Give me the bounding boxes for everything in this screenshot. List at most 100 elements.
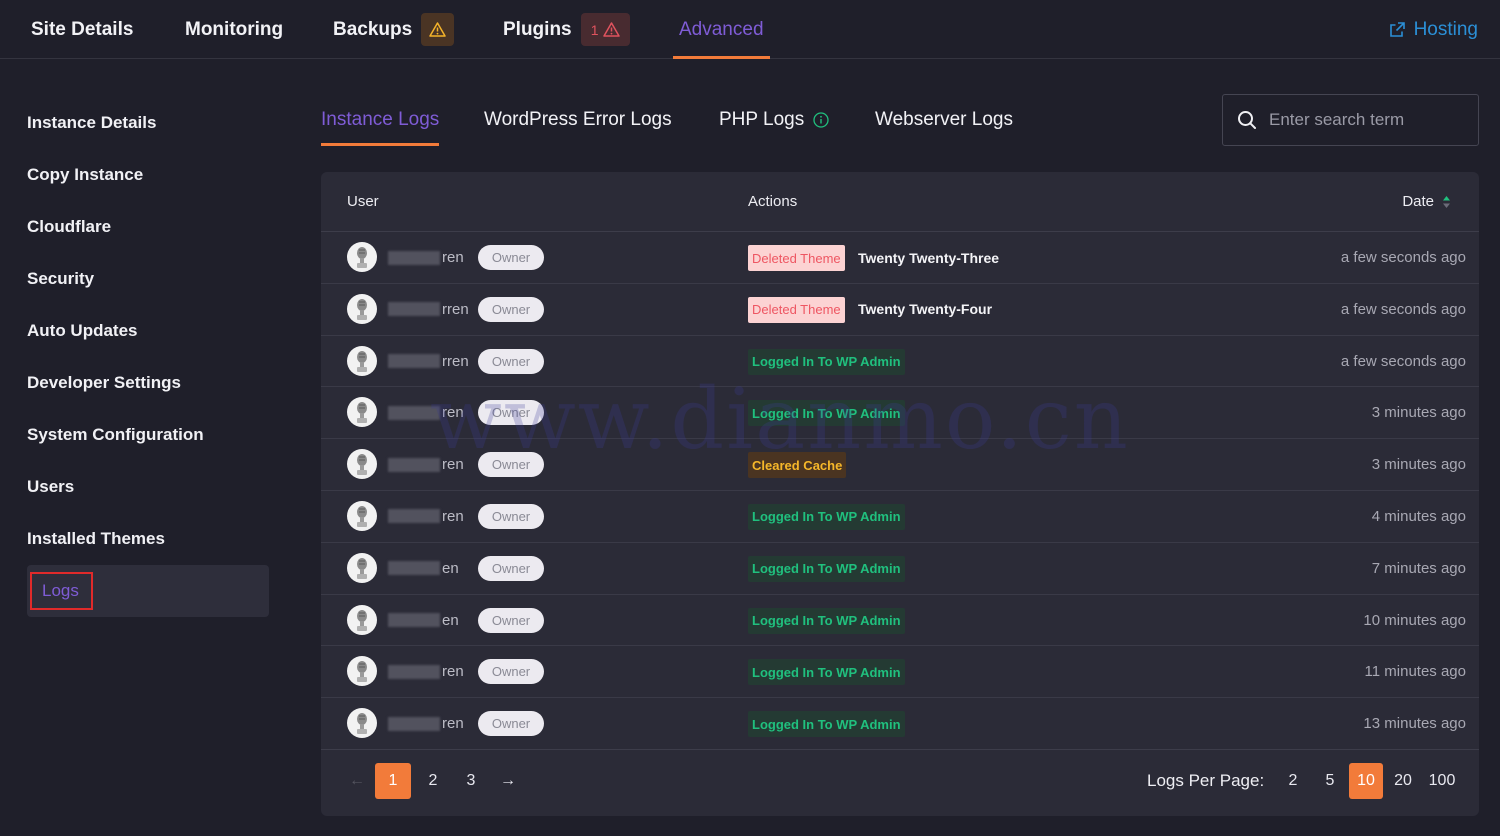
user-name: ren [386, 387, 464, 438]
hosting-link[interactable]: Hosting [1389, 0, 1478, 59]
role-badge: Owner [478, 711, 544, 737]
table-row: ren Owner Logged In To WP Admin 13 minutes … [321, 698, 1479, 750]
per-page-label: Logs Per Page: [1147, 771, 1265, 790]
sidebar-item-auto-updates[interactable]: Auto Updates [27, 305, 269, 357]
role-badge: Owner [478, 452, 544, 478]
sidebar-item-instance-details[interactable]: Instance Details [27, 97, 269, 149]
avatar [347, 242, 377, 272]
search-icon [1238, 111, 1256, 129]
per-page-option-5[interactable]: 5 [1320, 763, 1340, 799]
action-badge: Deleted Theme [748, 296, 845, 323]
plugin-alert-badge: 1 [580, 13, 630, 46]
role-badge: Owner [478, 607, 544, 633]
sort-icon[interactable] [1442, 195, 1451, 209]
sidebar-item-system-configuration[interactable]: System Configuration [27, 409, 269, 461]
action-badge: Logged In To WP Admin [748, 711, 905, 738]
avatar [347, 708, 377, 739]
sidebar-item-logs[interactable]: Logs [27, 565, 269, 617]
table-row: ren Owner Logged In To WP Admin 11 minutes … [321, 646, 1479, 699]
role-badge: Owner [478, 503, 544, 529]
page-2-button[interactable]: 2 [423, 763, 443, 799]
avatar [347, 604, 377, 635]
redacted-name [388, 302, 440, 317]
user-name: en [386, 595, 459, 646]
table-row: en Owner Logged In To WP Admin 10 minutes a… [321, 595, 1479, 647]
next-page-button[interactable]: → [498, 763, 518, 799]
log-date: 11 minutes ago [1364, 663, 1466, 681]
sidebar-item-cloudflare[interactable]: Cloudflare [27, 201, 269, 253]
sidebar-item-installed-themes[interactable]: Installed Themes [27, 513, 269, 565]
role-badge: Owner [478, 245, 544, 270]
log-date: 10 minutes ago [1363, 611, 1466, 629]
sidebar: Instance Details Copy Instance Cloudflar… [27, 97, 269, 617]
tab-advanced[interactable]: Advanced [673, 0, 769, 59]
tab-instance-logs[interactable]: Instance Logs [321, 94, 440, 146]
user-name: en [386, 543, 459, 594]
redacted-name [388, 354, 440, 369]
column-header-user: User [347, 193, 379, 210]
user-name: ren [386, 698, 464, 749]
action-badge: Logged In To WP Admin [748, 503, 905, 530]
column-header-actions: Actions [748, 193, 798, 210]
per-page-option-2[interactable]: 2 [1283, 763, 1303, 799]
redacted-name [388, 457, 440, 472]
page-1-button[interactable]: 1 [375, 763, 411, 799]
action-badge: Deleted Theme [748, 245, 845, 271]
role-badge: Owner [478, 348, 544, 374]
tab-wordpress-error-logs[interactable]: WordPress Error Logs [484, 94, 672, 146]
action-target: Twenty Twenty-Three [858, 249, 1000, 266]
tab-webserver-logs[interactable]: Webserver Logs [875, 94, 1013, 146]
action-badge: Logged In To WP Admin [748, 400, 905, 427]
per-page-option-20[interactable]: 20 [1391, 763, 1415, 799]
tab-php-logs[interactable]: PHP Logs [719, 94, 829, 146]
avatar [347, 449, 377, 480]
avatar [347, 397, 377, 428]
log-date: a few seconds ago [1340, 249, 1466, 266]
logs-table: User Actions Date ren Owner Deleted Theme T… [321, 172, 1479, 816]
external-link-icon [1389, 22, 1405, 37]
sidebar-item-developer-settings[interactable]: Developer Settings [27, 357, 269, 409]
log-date: a few seconds ago [1340, 352, 1466, 370]
redacted-name [388, 716, 440, 731]
role-badge: Owner [478, 400, 544, 426]
per-page-option-10[interactable]: 10 [1349, 763, 1383, 799]
tab-monitoring[interactable]: Monitoring [185, 0, 283, 59]
table-row: rren Owner Deleted Theme Twenty Twenty-Four… [321, 284, 1479, 336]
role-badge: Owner [478, 659, 544, 685]
action-badge: Logged In To WP Admin [748, 348, 905, 375]
redacted-name [388, 664, 440, 679]
search-box [1222, 94, 1479, 146]
per-page-option-100[interactable]: 100 [1425, 763, 1459, 799]
log-date: 3 minutes ago [1371, 404, 1466, 422]
log-date: 13 minutes ago [1363, 715, 1466, 733]
search-input[interactable] [1269, 110, 1469, 130]
redacted-name [388, 250, 440, 265]
user-name: ren [386, 646, 464, 697]
action-badge: Logged In To WP Admin [748, 555, 905, 582]
table-row: en Owner Logged In To WP Admin 7 minutes ag… [321, 543, 1479, 595]
prev-page-button[interactable]: ← [347, 763, 367, 799]
info-icon[interactable] [813, 112, 829, 128]
table-body: ren Owner Deleted Theme Twenty Twenty-Three… [321, 232, 1479, 750]
warning-icon [602, 22, 620, 37]
pagination: ← 1 2 3 → Logs Per Page: 2 5 10 20 100 [321, 762, 1479, 800]
top-navigation: Site Details Monitoring Backups Plugins … [0, 0, 1500, 59]
redacted-name [388, 405, 440, 420]
sidebar-item-users[interactable]: Users [27, 461, 269, 513]
table-row: ren Owner Logged In To WP Admin 4 minutes a… [321, 491, 1479, 543]
tab-plugins[interactable]: Plugins 1 [503, 0, 630, 59]
role-badge: Owner [478, 296, 544, 322]
tab-site-details[interactable]: Site Details [31, 0, 133, 59]
table-row: ren Owner Logged In To WP Admin 3 minutes a… [321, 387, 1479, 440]
user-name: ren [386, 232, 464, 283]
tab-backups[interactable]: Backups [333, 0, 455, 59]
sidebar-item-copy-instance[interactable]: Copy Instance [27, 149, 269, 201]
user-name: rren [386, 284, 469, 335]
log-date: a few seconds ago [1340, 300, 1466, 318]
redacted-name [388, 509, 440, 524]
column-header-date[interactable]: Date [1402, 172, 1451, 231]
action-badge: Cleared Cache [748, 452, 847, 479]
page-3-button[interactable]: 3 [461, 763, 481, 799]
avatar [347, 293, 377, 324]
sidebar-item-security[interactable]: Security [27, 253, 269, 305]
